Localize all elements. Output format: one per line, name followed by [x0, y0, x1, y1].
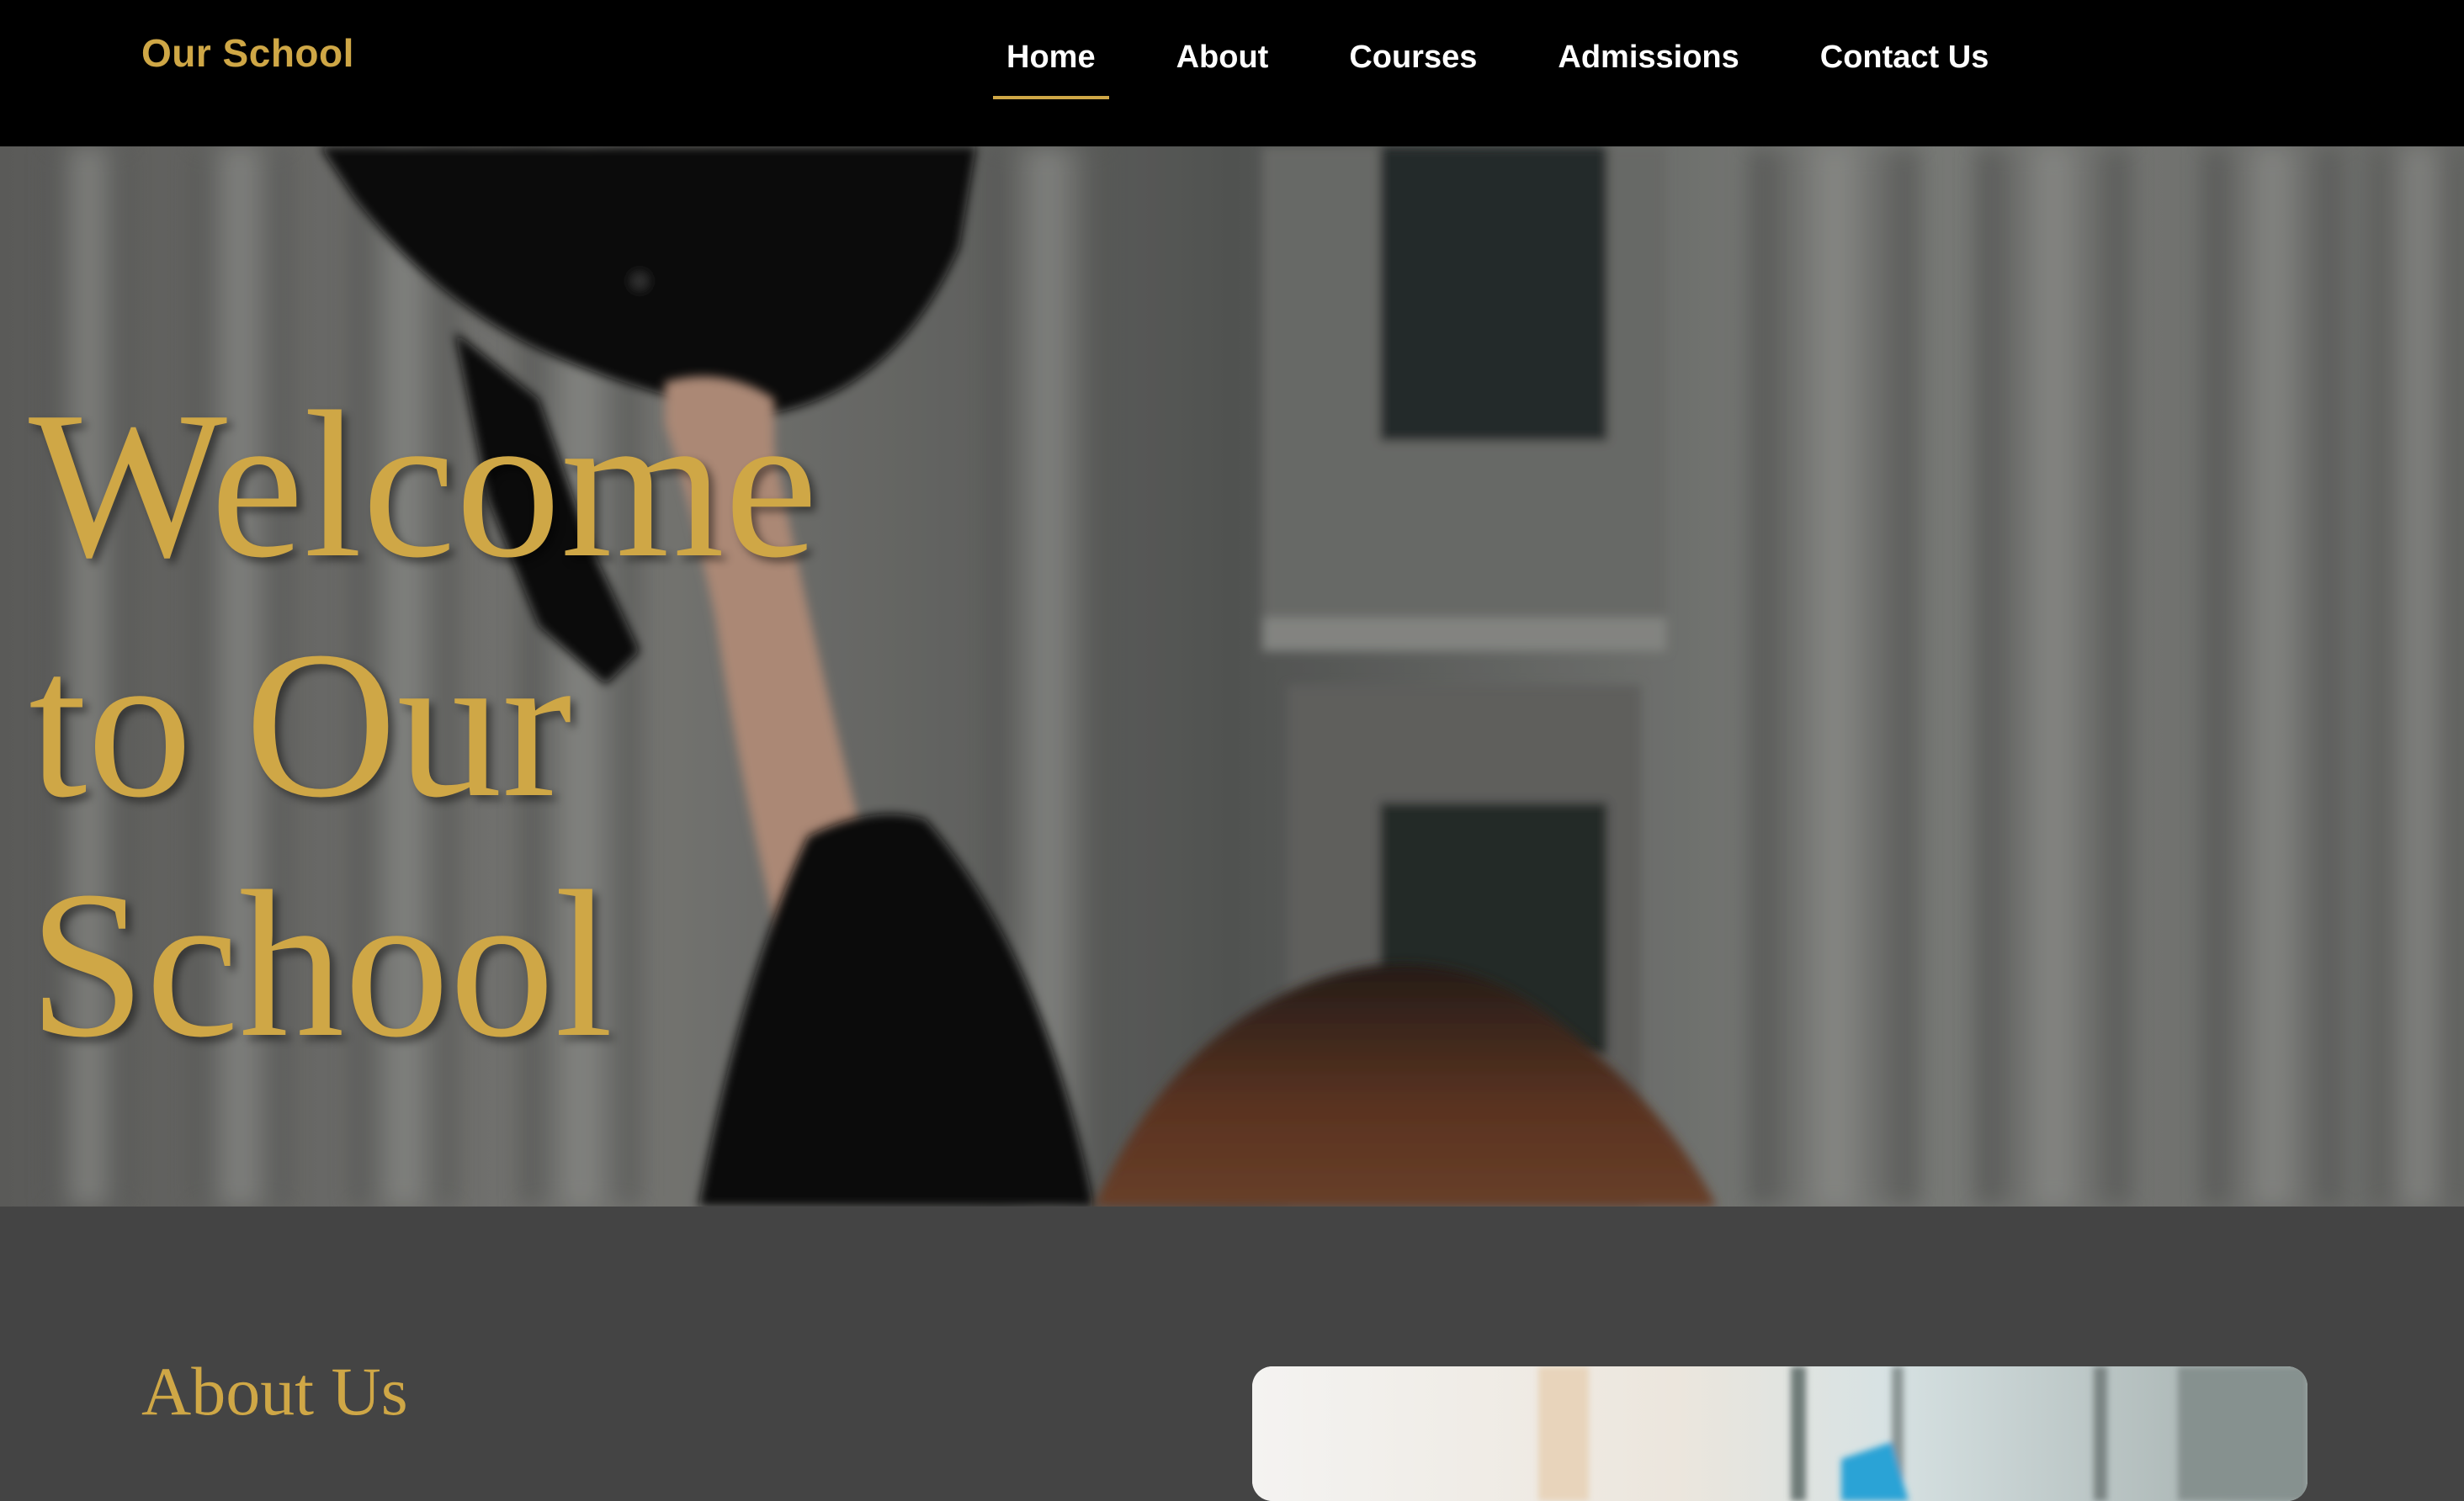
about-section: About Us [0, 1207, 2464, 1501]
nav-contact-link[interactable]: Contact Us [1807, 30, 2003, 84]
hero-title-line: to Our [29, 608, 572, 841]
nav-courses-link[interactable]: Courses [1336, 30, 1490, 84]
nav-about-link[interactable]: About [1163, 30, 1282, 84]
about-image [1252, 1366, 2307, 1501]
hero-title-line: School [29, 848, 613, 1081]
hero-title-line: Welcome [29, 369, 818, 602]
about-heading: About Us [141, 1353, 408, 1429]
classroom-photo [1252, 1366, 2307, 1501]
hero-title: Welcome to Our School [29, 365, 870, 1085]
main-nav: Home About Courses Admissions Contact Us [993, 30, 2002, 101]
site-header: Our School Home About Courses Admissions… [0, 0, 2464, 146]
hero-section: Welcome to Our School [0, 146, 2464, 1207]
nav-home-link[interactable]: Home [993, 30, 1109, 99]
nav-admissions-link[interactable]: Admissions [1544, 30, 1752, 84]
brand-logo-text[interactable]: Our School [141, 25, 354, 81]
